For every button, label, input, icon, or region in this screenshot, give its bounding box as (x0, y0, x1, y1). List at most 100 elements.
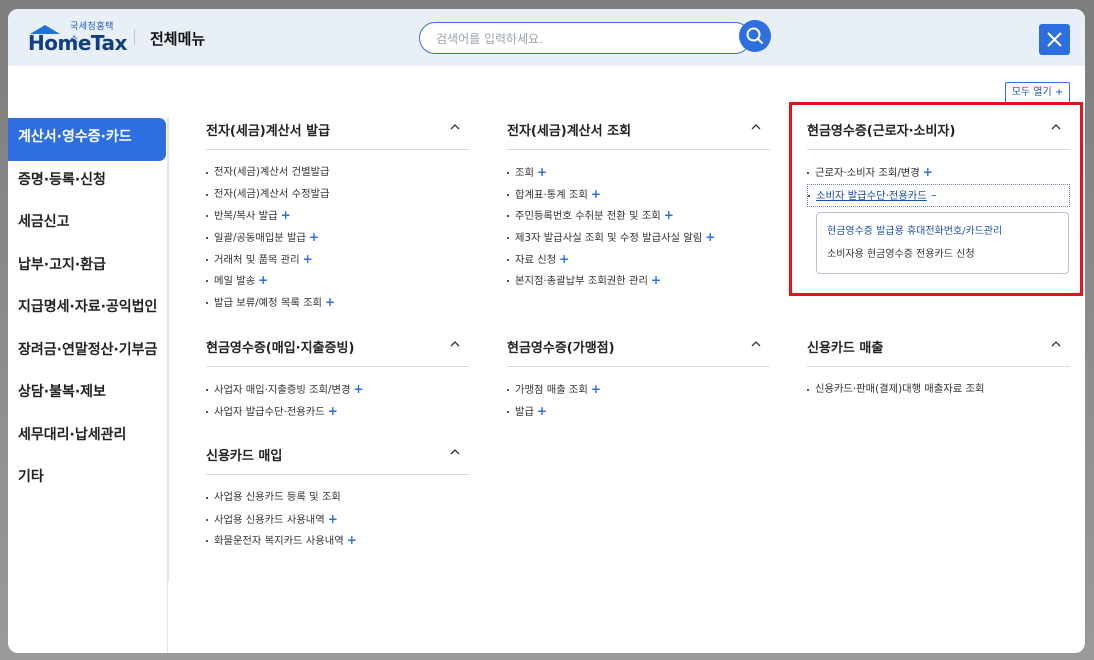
menu-item-label: 반복/복사 발급 (214, 210, 278, 223)
section-header[interactable]: 신용카드 매입 (206, 434, 469, 475)
expand-plus-icon[interactable]: + (559, 252, 569, 266)
sidebar: 계산서·영수증·카드 증명·등록·신청 세금신고 납부·고지·환급 지급명세·자… (8, 118, 168, 501)
search-icon (746, 27, 763, 44)
expand-plus-icon[interactable]: + (591, 382, 601, 396)
expand-plus-icon[interactable]: + (651, 273, 661, 287)
menu-item-label: 사업자 매입·지출증빙 조회/변경 (214, 384, 351, 396)
menu-item[interactable]: 본지점·총괄납부 조회권한 관리 + (507, 270, 770, 292)
expand-plus-icon[interactable]: + (347, 533, 357, 547)
full-menu-modal: 국세청홈택스 HomeTax 전체메뉴 모두 열기 + 계산서·영수증·카드 증… (8, 9, 1085, 653)
menu-item[interactable]: 주민등록번호 수취분 전환 및 조회 + (507, 205, 770, 227)
expand-plus-icon[interactable]: + (591, 187, 601, 201)
expand-plus-icon[interactable]: + (258, 273, 268, 287)
expand-plus-icon[interactable]: + (353, 382, 363, 396)
chevron-up-icon[interactable] (750, 338, 762, 350)
bullet (507, 389, 509, 391)
section-header[interactable]: 현금영수증(가맹점) (507, 326, 770, 367)
bullet (206, 302, 208, 305)
sidebar-item-tax-agent[interactable]: 세무대리·납세관리 (8, 416, 168, 459)
sidebar-item-incentives[interactable]: 장려금·연말정산·기부금 (8, 331, 168, 374)
section-credit-card-sales: 신용카드 매출 신용카드·판매(결제)대행 매출자료 조회 (807, 326, 1070, 401)
expand-plus-icon[interactable]: + (705, 230, 715, 244)
section-header[interactable]: 신용카드 매출 (807, 326, 1070, 367)
menu-item[interactable]: 제3자 발급사실 조회 및 수정 발급사실 알림 + (507, 227, 770, 249)
bullet (507, 410, 509, 413)
section-title: 신용카드 매출 (807, 341, 884, 356)
menu-item[interactable]: 전자(세금)계산서 수정발급 (206, 184, 469, 206)
menu-item[interactable]: 화물운전자 복지카드 사용내역 + (206, 530, 469, 552)
chevron-up-icon[interactable] (750, 121, 762, 133)
bullet (206, 389, 208, 391)
menu-item[interactable]: 합계표·통계 조회 + (507, 184, 770, 206)
hometax-logo[interactable]: 국세청홈택스 HomeTax (28, 19, 127, 55)
menu-item-label: 사업용 신용카드 등록 및 조회 (214, 491, 341, 503)
expand-plus-icon[interactable]: + (537, 404, 547, 418)
menu-item[interactable]: 사업자 매입·지출증빙 조회/변경 + (206, 379, 469, 401)
sidebar-item-receipts-cards[interactable]: 계산서·영수증·카드 (8, 118, 166, 161)
menu-item[interactable]: 거래처 및 품목 관리 + (206, 249, 469, 271)
sidebar-item-tax-filing[interactable]: 세금신고 (8, 203, 168, 246)
close-button[interactable] (1039, 24, 1070, 55)
bullet (206, 215, 208, 218)
menu-item-label: 합계표·통계 조회 (515, 188, 588, 201)
menu-item-label: 일괄/공동매입분 발급 (214, 232, 306, 245)
menu-item[interactable]: 발급 보류/예정 목록 조회 + (206, 292, 469, 314)
menu-item-label: 전자(세금)계산서 수정발급 (214, 187, 330, 200)
expand-plus-icon[interactable]: + (664, 208, 674, 222)
bullet (206, 410, 208, 413)
expand-plus-icon[interactable]: + (303, 252, 313, 266)
section-header[interactable]: 현금영수증(매입·지출증빙) (206, 326, 469, 367)
chevron-up-icon[interactable] (449, 338, 461, 350)
sidebar-item-payment[interactable]: 납부·고지·환급 (8, 246, 168, 289)
expand-plus-icon[interactable]: + (328, 404, 338, 418)
chevron-up-icon[interactable] (449, 121, 461, 133)
expand-plus-icon[interactable]: + (309, 230, 319, 244)
bullet (206, 172, 208, 174)
sidebar-item-certificates[interactable]: 증명·등록·신청 (8, 161, 168, 204)
menu-item[interactable]: 메일 발송 + (206, 270, 469, 292)
expand-plus-icon[interactable]: + (325, 295, 335, 309)
chevron-up-icon[interactable] (1050, 338, 1062, 350)
menu-item[interactable]: 신용카드·판매(결제)대행 매출자료 조회 (807, 379, 1070, 401)
section-title: 신용카드 매입 (206, 449, 283, 464)
menu-item[interactable]: 일괄/공동매입분 발급 + (206, 227, 469, 249)
expand-plus-icon[interactable]: + (328, 512, 338, 526)
section-header[interactable]: 전자(세금)계산서 조회 (507, 109, 770, 150)
section-title: 전자(세금)계산서 발급 (206, 124, 331, 139)
menu-item[interactable]: 사업용 신용카드 사용내역 + (206, 509, 469, 531)
section-title: 현금영수증(가맹점) (507, 341, 615, 356)
search-input[interactable] (434, 29, 728, 49)
menu-item-label: 자료 신청 (515, 253, 557, 266)
menu-item[interactable]: 전자(세금)계산서 건별발급 (206, 162, 469, 184)
bullet (206, 280, 208, 283)
sidebar-item-statements[interactable]: 지급명세·자료·공익법인 (8, 288, 168, 331)
menu-item[interactable]: 사업용 신용카드 등록 및 조회 (206, 487, 469, 509)
section-credit-card-purchase: 신용카드 매입 사업용 신용카드 등록 및 조회 사업용 신용카드 사용내역 + … (206, 434, 469, 552)
menu-item-label: 거래처 및 품목 관리 (214, 253, 300, 266)
menu-item-label: 사업자 발급수단·전용카드 (214, 405, 325, 418)
bullet (206, 497, 208, 499)
menu-item[interactable]: 가맹점 매출 조회 + (507, 379, 770, 401)
bullet (507, 193, 509, 196)
menu-item-label: 신용카드·판매(결제)대행 매출자료 조회 (815, 383, 985, 395)
expand-plus-icon[interactable]: + (537, 165, 547, 179)
bullet (206, 193, 208, 196)
sidebar-item-etc[interactable]: 기타 (8, 458, 168, 501)
menu-item[interactable]: 자료 신청 + (507, 249, 770, 271)
menu-item[interactable]: 조회 + (507, 162, 770, 184)
open-all-button[interactable]: 모두 열기 + (1005, 82, 1070, 104)
menu-item[interactable]: 사업자 발급수단·전용카드 + (206, 401, 469, 423)
bullet (206, 540, 208, 543)
menu-item-label: 가맹점 매출 조회 (515, 384, 588, 396)
search-button[interactable] (739, 20, 771, 52)
chevron-up-icon[interactable] (449, 446, 461, 458)
menu-item[interactable]: 반복/복사 발급 + (206, 205, 469, 227)
menu-item[interactable]: 발급 + (507, 401, 770, 423)
header-divider (134, 29, 135, 45)
menu-item-label: 메일 발송 (214, 275, 256, 288)
section-header[interactable]: 전자(세금)계산서 발급 (206, 109, 469, 150)
sidebar-item-consulting[interactable]: 상담·불복·제보 (8, 373, 168, 416)
expand-plus-icon[interactable]: + (281, 208, 291, 222)
menu-item-label: 발급 (515, 405, 534, 418)
menu-item-label: 주민등록번호 수취분 전환 및 조회 (515, 210, 661, 223)
